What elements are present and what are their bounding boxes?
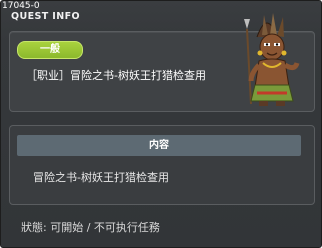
window-title: QUEST INFO — [11, 11, 80, 22]
content-description: 冒险之书-树妖王打猎检查用 — [33, 171, 169, 184]
content-section-header: 内容 — [17, 135, 301, 156]
quest-name: ［职业］冒险之书-树妖王打猎检查用 — [26, 69, 206, 82]
tribal-warrior-icon — [244, 13, 300, 106]
category-badge: 一般 — [17, 41, 83, 59]
quest-status: 狀態: 可開始 / 不可执行任務 — [21, 221, 160, 234]
npc-portrait — [237, 9, 307, 109]
quest-info-window: 17045-0 QUEST INFO 一般 ［职业］冒险之书-树妖王打猎检查用 — [0, 0, 322, 248]
quest-id: 17045-0 — [2, 1, 40, 11]
